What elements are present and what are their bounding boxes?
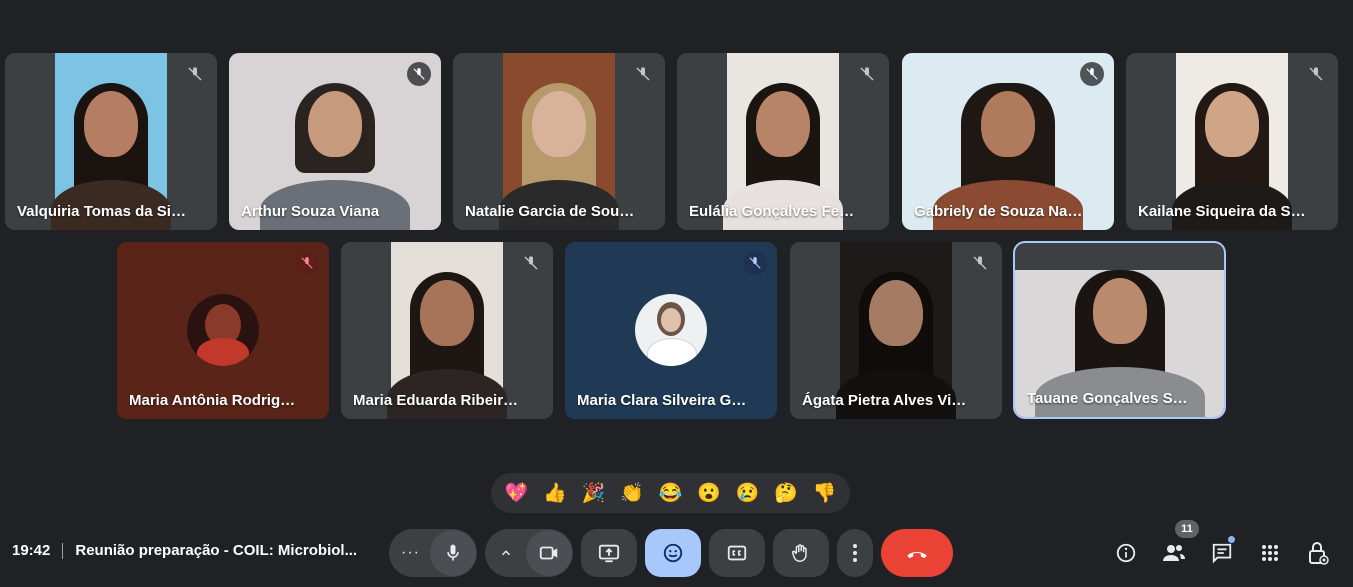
- people-count-badge: 11: [1175, 520, 1199, 538]
- activities-button[interactable]: [1257, 540, 1283, 566]
- participant-tile[interactable]: Valquiria Tomas da Silva: [5, 53, 217, 230]
- avatar: [635, 294, 707, 366]
- participant-tile[interactable]: Natalie Garcia de Souza: [453, 53, 665, 230]
- participant-tile-self[interactable]: Tauane Gonçalves So...: [1015, 243, 1224, 417]
- participant-tile[interactable]: Eulália Gonçalves Ferr...: [677, 53, 889, 230]
- mic-off-icon: [1080, 62, 1104, 86]
- reaction-thinking[interactable]: 🤔: [774, 484, 798, 503]
- people-icon: [1163, 545, 1185, 561]
- clock-time: 19:42: [12, 542, 51, 559]
- reaction-thumbs-up[interactable]: 👍: [543, 484, 567, 503]
- reaction-thumbs-down[interactable]: 👎: [813, 484, 837, 503]
- participant-name: Natalie Garcia de Souza: [465, 203, 635, 220]
- participant-tile[interactable]: Maria Clara Silveira Go...: [565, 242, 777, 419]
- mic-off-icon: [631, 62, 655, 86]
- participant-name: Eulália Gonçalves Ferr...: [689, 203, 859, 220]
- divider: [62, 542, 64, 559]
- captions-icon: [727, 545, 747, 561]
- apps-grid-icon: [1262, 545, 1278, 561]
- meeting-title[interactable]: Reunião preparação - COIL: Microbiol...: [75, 542, 357, 559]
- reaction-party-popper[interactable]: 🎉: [582, 484, 606, 503]
- reaction-surprised[interactable]: 😮: [697, 484, 721, 503]
- participant-name: Kailane Siqueira da Silva: [1138, 203, 1308, 220]
- mic-off-icon: [183, 62, 207, 86]
- avatar: [187, 294, 259, 366]
- chevron-up-icon[interactable]: [499, 546, 513, 560]
- chat-icon: [1212, 543, 1232, 564]
- participant-tile[interactable]: Ágata Pietra Alves Viei...: [790, 242, 1002, 419]
- audio-control-group: ···: [389, 529, 477, 577]
- captions-button[interactable]: [709, 529, 765, 577]
- raise-hand-icon: [791, 544, 807, 562]
- chat-notification-dot: [1228, 536, 1235, 543]
- more-options-button[interactable]: [837, 529, 873, 577]
- video-control-group: [485, 529, 573, 577]
- microphone-button[interactable]: [430, 530, 476, 576]
- emoji-icon: [663, 543, 683, 563]
- meeting-info: 19:42 Reunião preparação - COIL: Microbi…: [12, 542, 357, 559]
- reaction-clapping[interactable]: 👏: [620, 484, 644, 503]
- microphone-icon: [447, 544, 459, 561]
- participant-name: Tauane Gonçalves So...: [1027, 390, 1194, 407]
- end-call-icon: [907, 552, 927, 559]
- reaction-tears-of-joy[interactable]: 😂: [659, 484, 683, 503]
- mic-off-icon: [743, 251, 767, 275]
- info-icon: [1116, 543, 1136, 563]
- participant-tile[interactable]: Maria Eduarda Ribeiro...: [341, 242, 553, 419]
- participant-name: Maria Clara Silveira Go...: [577, 392, 747, 409]
- mic-off-icon: [968, 251, 992, 275]
- meeting-details-button[interactable]: [1113, 540, 1139, 566]
- mic-off-icon: [295, 251, 319, 275]
- mic-off-icon: [407, 62, 431, 86]
- participant-name: Ágata Pietra Alves Viei...: [802, 392, 972, 409]
- raise-hand-button[interactable]: [773, 529, 829, 577]
- mic-off-icon: [855, 62, 879, 86]
- mic-off-icon: [519, 251, 543, 275]
- participant-tile[interactable]: Kailane Siqueira da Silva: [1126, 53, 1338, 230]
- participant-name: Valquiria Tomas da Silva: [17, 203, 187, 220]
- reaction-sparkling-heart[interactable]: 💖: [504, 484, 528, 503]
- present-button[interactable]: [581, 529, 637, 577]
- present-screen-icon: [598, 544, 620, 563]
- participant-tile[interactable]: Maria Antônia Rodrigu...: [117, 242, 329, 419]
- camera-icon: [539, 546, 558, 560]
- participant-tile[interactable]: Gabriely de Souza Nas...: [902, 53, 1114, 230]
- participant-name: Maria Antônia Rodrigu...: [129, 392, 299, 409]
- reactions-bar: 💖 👍 🎉 👏 😂 😮 😢 🤔 👎: [491, 473, 850, 513]
- people-button[interactable]: [1161, 540, 1187, 566]
- more-options-icon[interactable]: ···: [401, 544, 420, 562]
- mic-off-icon: [1304, 62, 1328, 86]
- participant-tile[interactable]: Arthur Souza Viana: [229, 53, 441, 230]
- chat-button[interactable]: [1209, 540, 1235, 566]
- more-vert-icon: [853, 544, 857, 562]
- emoji-button[interactable]: [645, 529, 701, 577]
- host-controls-button[interactable]: [1305, 540, 1331, 566]
- reaction-sad[interactable]: 😢: [736, 484, 760, 503]
- host-controls-icon: [1309, 542, 1329, 565]
- participant-name: Gabriely de Souza Nas...: [914, 203, 1084, 220]
- camera-button[interactable]: [526, 530, 572, 576]
- participant-name: Arthur Souza Viana: [241, 203, 380, 220]
- leave-call-button[interactable]: [881, 529, 953, 577]
- participant-name: Maria Eduarda Ribeiro...: [353, 392, 523, 409]
